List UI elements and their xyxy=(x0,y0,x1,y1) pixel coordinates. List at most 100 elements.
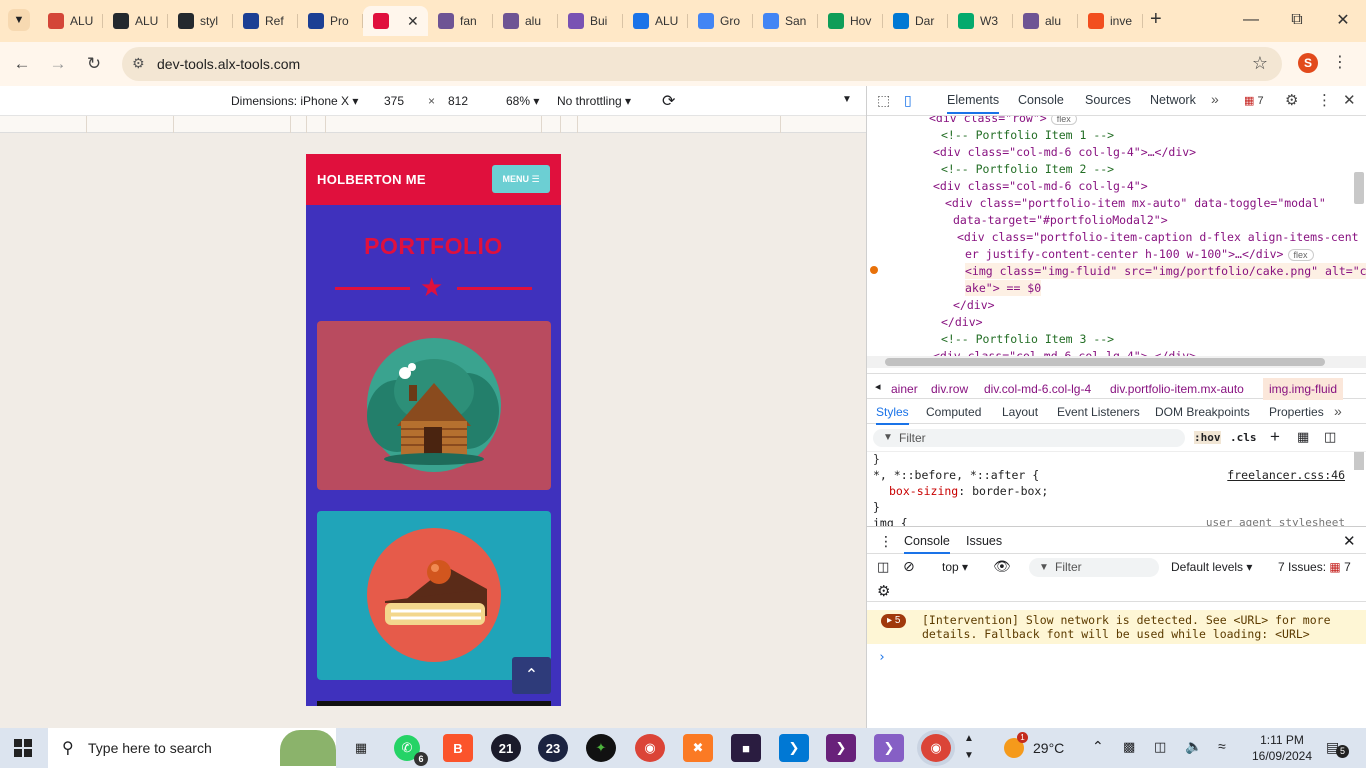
brave-icon[interactable]: B xyxy=(443,734,473,762)
clear-console-icon[interactable]: ⊘ xyxy=(903,558,915,575)
styles-subtab[interactable]: Computed xyxy=(926,405,981,419)
device-toggle-icon[interactable]: ▯ xyxy=(904,92,912,109)
styles-subtab[interactable]: Properties xyxy=(1269,405,1324,419)
wifi-icon[interactable]: ≈ xyxy=(1218,738,1226,754)
url-text[interactable]: dev-tools.alx-tools.com xyxy=(157,56,300,72)
flex-badge[interactable]: flex xyxy=(1287,249,1314,261)
new-rule-icon[interactable]: + xyxy=(1270,427,1280,447)
breadcrumb-item[interactable]: div.row xyxy=(931,382,968,396)
breadcrumb-item[interactable]: img.img-fluid xyxy=(1263,378,1344,400)
dom-node-line[interactable]: <!-- Portfolio Item 2 --> xyxy=(941,161,1114,177)
site-info-icon[interactable]: ⚙ xyxy=(132,55,145,72)
dom-node-line[interactable]: <div class="col-md-6 col-lg-4"> xyxy=(933,178,1148,194)
visual-studio-2-icon[interactable]: ❯ xyxy=(874,734,904,762)
browser-tab[interactable]: Bui xyxy=(558,6,623,36)
dom-node-line[interactable]: ake"> == $0 xyxy=(965,280,1042,296)
flex-badge[interactable]: flex xyxy=(1050,116,1077,125)
devtools-tab[interactable]: Elements xyxy=(947,93,1000,114)
dom-node-line[interactable]: <!-- Portfolio Item 1 --> xyxy=(941,127,1114,143)
issues-badge[interactable]: ▦ 7 xyxy=(1244,94,1264,107)
width-input[interactable]: 375 xyxy=(384,94,404,108)
rule-source-link[interactable]: freelancer.css:46 xyxy=(1227,468,1345,482)
devtools-tab[interactable]: Sources xyxy=(1085,93,1131,107)
browser-tab[interactable]: Ref xyxy=(233,6,298,36)
browser-tab[interactable]: Pro xyxy=(298,6,363,36)
styles-scrollbar[interactable] xyxy=(1354,452,1364,470)
cls-toggle[interactable]: .cls xyxy=(1230,431,1257,444)
close-drawer-icon[interactable]: ✕ xyxy=(1343,532,1356,550)
devtools-tab[interactable]: Network xyxy=(1150,93,1196,107)
dom-node-line[interactable]: <div class="portfolio-item mx-auto" data… xyxy=(945,195,1326,211)
back-button[interactable]: ← xyxy=(10,52,34,76)
live-expression-eye-icon[interactable]: 👁 xyxy=(993,558,1011,575)
sidebar-icon[interactable]: ◫ xyxy=(877,559,889,575)
visual-studio-icon[interactable]: ❯ xyxy=(826,734,856,762)
display-icon[interactable]: ◫ xyxy=(1154,739,1166,755)
new-tab-button[interactable]: + xyxy=(1150,8,1162,31)
levels-select[interactable]: Default levels ▾ xyxy=(1171,560,1252,574)
browser-menu-icon[interactable]: ⋮ xyxy=(1332,52,1348,72)
tree-scrollbar[interactable] xyxy=(1354,172,1364,204)
styles-subtab[interactable]: Styles xyxy=(876,405,909,425)
profile-avatar[interactable]: S xyxy=(1298,53,1318,73)
styles-subtab[interactable]: Event Listeners xyxy=(1057,405,1140,419)
sidebar-toggle-icon[interactable]: ◫ xyxy=(1324,429,1336,445)
crumb-scroll-left-icon[interactable]: ◂ xyxy=(875,380,881,393)
clock[interactable]: 1:11 PM 16/09/2024 xyxy=(1250,732,1314,764)
devtools-tab[interactable]: Console xyxy=(1018,93,1064,107)
vscode-icon[interactable]: ❯ xyxy=(779,734,809,762)
styles-filter-input[interactable]: ▼ Filter xyxy=(873,429,1185,447)
console-filter-input[interactable]: ▼ Filter xyxy=(1029,558,1159,577)
restore-button[interactable]: ⧉ xyxy=(1274,0,1320,40)
dom-node-line[interactable]: <!-- Portfolio Item 3 --> xyxy=(941,331,1114,347)
dom-node-line[interactable]: data-target="#portfolioModal2"> xyxy=(953,212,1168,228)
battery-icon[interactable]: ▩ xyxy=(1123,739,1135,755)
taskbar-search[interactable]: ⚲ Type here to search xyxy=(48,728,336,768)
chrome-icon[interactable]: ◉ xyxy=(635,734,665,762)
browser-tab[interactable]: Dar xyxy=(883,6,948,36)
browser-tab[interactable]: San xyxy=(753,6,818,36)
weather-temp[interactable]: 29°C xyxy=(1033,740,1064,756)
windows-start-icon[interactable] xyxy=(14,739,32,757)
browser-tab[interactable]: Gro xyxy=(688,6,753,36)
rotate-icon[interactable]: ⟳ xyxy=(662,91,675,111)
volume-icon[interactable]: 🔈 xyxy=(1185,738,1202,755)
scroll-to-top-button[interactable]: ⌃ xyxy=(512,657,551,694)
breadcrumb-item[interactable]: ainer xyxy=(891,382,918,396)
more-tabs-icon[interactable]: » xyxy=(1211,91,1219,107)
browser-tab[interactable]: ✕ xyxy=(363,6,428,36)
close-window-button[interactable]: ✕ xyxy=(1320,0,1366,40)
dom-node-line[interactable]: <div class="row"> flex xyxy=(929,116,1077,127)
tab-search-button[interactable]: ▼ xyxy=(8,9,30,31)
dom-node-line[interactable]: er justify-content-center h-100 w-100">…… xyxy=(965,246,1314,263)
element-state-icon[interactable]: ▦ xyxy=(1297,429,1309,445)
browser-tab[interactable]: ALU xyxy=(38,6,103,36)
close-devtools-icon[interactable]: ✕ xyxy=(1343,91,1356,109)
xampp-icon[interactable]: ✖ xyxy=(683,734,713,762)
mongodb-icon[interactable]: ✦ xyxy=(586,734,616,762)
app-23-icon[interactable]: 23 xyxy=(538,734,568,762)
zoom-select[interactable]: 68% ▾ xyxy=(506,94,539,108)
styles-subtab[interactable]: Layout xyxy=(1002,405,1038,419)
browser-tab[interactable]: ALU xyxy=(103,6,168,36)
styles-subtab[interactable]: DOM Breakpoints xyxy=(1155,405,1250,419)
dom-node-line[interactable]: <div class="col-md-6 col-lg-4">…</div> xyxy=(933,144,1196,160)
app-21-icon[interactable]: 21 xyxy=(491,734,521,762)
console-settings-icon[interactable]: ⚙ xyxy=(877,582,890,600)
dom-node-line[interactable]: <div class="portfolio-item-caption d-fle… xyxy=(957,229,1359,245)
message-count-badge[interactable]: ▸ 5 xyxy=(881,614,907,628)
settings-gear-icon[interactable]: ⚙ xyxy=(1285,91,1298,109)
whatsapp-icon[interactable]: ✆ 6 xyxy=(394,735,428,766)
height-input[interactable]: 812 xyxy=(448,94,468,108)
browser-tab[interactable]: Hov xyxy=(818,6,883,36)
bookmark-star-icon[interactable]: ☆ xyxy=(1252,53,1268,74)
browser-tab[interactable]: ALU xyxy=(623,6,688,36)
issues-count[interactable]: 7 Issues: ▦ 7 xyxy=(1278,560,1351,574)
close-tab-icon[interactable]: ✕ xyxy=(407,13,419,30)
dom-node-line[interactable]: <img class="img-fluid" src="img/portfoli… xyxy=(965,263,1366,279)
weather-icon[interactable]: 1 xyxy=(1004,732,1028,758)
context-select[interactable]: top ▾ xyxy=(942,560,968,574)
notifications-icon[interactable]: ▤ 5 xyxy=(1326,739,1349,758)
browser-tab[interactable]: inve xyxy=(1078,6,1143,36)
forward-button[interactable]: → xyxy=(46,52,70,76)
